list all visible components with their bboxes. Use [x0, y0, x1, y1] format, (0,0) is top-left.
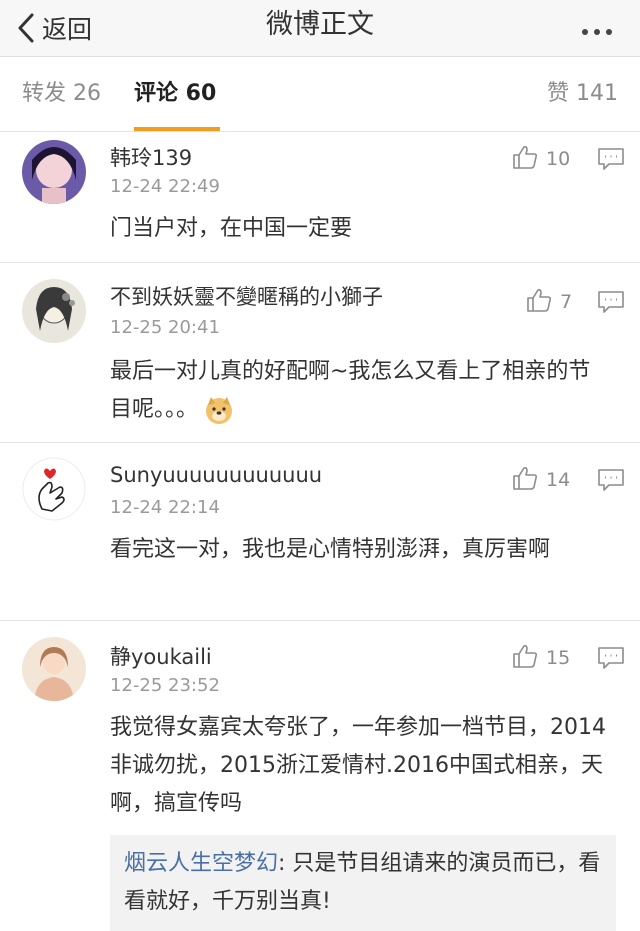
reply-icon[interactable]	[598, 291, 624, 313]
comment-author[interactable]: 静youkaili	[110, 641, 212, 671]
reply-icon[interactable]	[598, 148, 624, 170]
comment-text: 看完这一对，我也是心情特别澎湃，真厉害啊	[110, 537, 551, 562]
like-button[interactable]: 10	[512, 144, 570, 174]
comment-time: 12-24 22:14	[110, 497, 220, 518]
active-tab-indicator	[134, 127, 220, 131]
comment-author[interactable]: 韩玲139	[110, 142, 192, 172]
more-options-icon[interactable]	[582, 20, 622, 36]
comment-text: 门当户对，在中国一定要	[110, 216, 353, 241]
quote-author-link[interactable]: 烟云人生空梦幻	[124, 851, 278, 876]
avatar[interactable]	[22, 140, 86, 204]
comment-text: 最后一对儿真的好配啊~我怎么又看上了相亲的节目呢。。。	[110, 359, 591, 422]
like-count: 7	[560, 291, 573, 313]
avatar[interactable]	[22, 637, 86, 701]
doge-emoji-icon	[204, 395, 234, 425]
comment-item: 韩玲139 12-24 22:49 10 门当户对，在中国一定要	[0, 132, 640, 260]
like-count: 14	[546, 469, 571, 491]
avatar[interactable]	[22, 457, 86, 521]
like-button[interactable]: 14	[512, 465, 570, 495]
tab-repost[interactable]: 转发 26	[22, 57, 101, 131]
comment-item: 不到妖妖靈不變暱稱的小獅子 12-25 20:41 7 最后一对儿真的好配啊~我…	[0, 263, 640, 441]
comment-item: Sunyuuuuuuuuuuuu 12-24 22:14 14 看完这一对，我也…	[0, 443, 640, 619]
comment-text: 我觉得女嘉宾太夸张了，一年参加一档节目，2014非诚勿扰，2015浙江爱情村.2…	[110, 715, 606, 816]
comment-time: 12-25 20:41	[110, 317, 220, 338]
reply-icon[interactable]	[598, 647, 624, 669]
avatar[interactable]	[22, 279, 86, 343]
reply-icon[interactable]	[598, 469, 624, 491]
top-navigation-bar: 返回 微博正文	[0, 0, 640, 57]
comment-time: 12-25 23:52	[110, 675, 220, 696]
thumbs-up-icon	[512, 465, 538, 495]
tab-like[interactable]: 赞 141	[547, 57, 618, 131]
comment-author[interactable]: 不到妖妖靈不變暱稱的小獅子	[110, 281, 383, 311]
page-title: 微博正文	[266, 9, 374, 40]
thumbs-up-icon	[526, 287, 552, 317]
reply-quote: 烟云人生空梦幻: 只是节目组请来的演员而已，看看就好，千万别当真!	[110, 835, 616, 931]
comment-text-wrap: 最后一对儿真的好配啊~我怎么又看上了相亲的节目呢。。。	[110, 353, 610, 429]
comment-author[interactable]: Sunyuuuuuuuuuuuu	[110, 463, 322, 487]
tab-comment[interactable]: 评论 60	[134, 57, 216, 131]
thumbs-up-icon	[512, 144, 538, 174]
like-button[interactable]: 7	[526, 287, 572, 317]
like-count: 15	[546, 647, 571, 669]
comment-item: 静youkaili 12-25 23:52 15 我觉得女嘉宾太夸张了，一年参加…	[0, 621, 640, 931]
comment-time: 12-24 22:49	[110, 176, 220, 197]
thumbs-up-icon	[512, 643, 538, 673]
tab-bar: 转发 26 评论 60 赞 141	[0, 57, 640, 132]
like-count: 10	[546, 148, 571, 170]
like-button[interactable]: 15	[512, 643, 570, 673]
